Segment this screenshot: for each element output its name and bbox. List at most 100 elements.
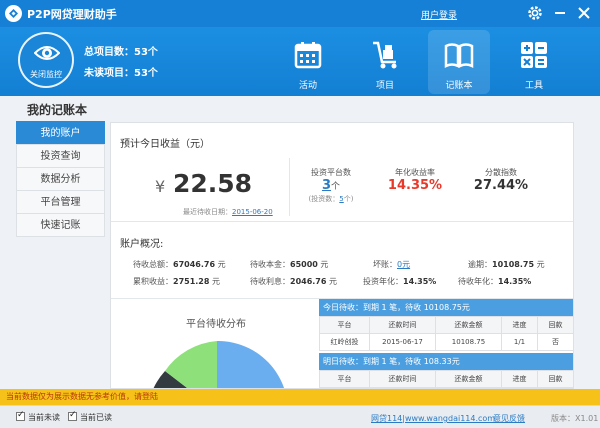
platform-count-value[interactable]: 3	[322, 178, 331, 193]
tab-ledger-label: 记账本	[445, 81, 473, 91]
overview-cumulative-earnings-label: 累积收益：	[133, 277, 173, 286]
overview-interest-due-label: 待收利息：	[250, 277, 290, 286]
column-header: 进度	[501, 316, 538, 334]
cart-icon	[373, 41, 397, 69]
invested-count-suffix: 个)	[343, 195, 354, 203]
tab-activity[interactable]: 活动	[277, 30, 339, 94]
app-title: P2P网贷理财助手	[27, 8, 117, 21]
settings-gear-icon[interactable]	[526, 4, 546, 24]
overview-bad-debt: 坏账：0元	[373, 259, 410, 270]
chart-title: 平台待收分布	[186, 319, 246, 330]
overview-cumulative-earnings-unit: 元	[211, 277, 220, 286]
overview-title: 账户概况:	[120, 239, 164, 250]
overview-investment-annual-label: 投资年化：	[363, 277, 403, 286]
tomorrow-due-table: 平台 还款时间 还款金额 进度 回款	[319, 370, 573, 388]
content-area: 我的记账本 我的账户 投资查询 数据分析 平台管理 快速记账 预计今日收益（元）…	[0, 96, 600, 389]
overview-overdue-label: 逾期：	[468, 260, 492, 269]
page-title: 我的记账本	[27, 103, 88, 117]
calendar-icon	[294, 42, 322, 69]
current-read-checkbox[interactable]: 当前已读	[68, 410, 112, 423]
earnings-section-title: 预计今日收益（元）	[120, 139, 210, 150]
sidebar-item-data-analysis[interactable]: 数据分析	[16, 167, 105, 191]
overview-bad-debt-link[interactable]: 0元	[397, 260, 410, 269]
overview-due-annual-value: 14.35%	[498, 277, 532, 286]
column-header: 还款时间	[369, 316, 436, 334]
platform-count[interactable]: 3个	[291, 178, 371, 193]
platform-count-label: 投资平台数	[311, 168, 351, 177]
table-header-row: 平台 还款时间 还款金额 进度 回款	[319, 370, 573, 388]
demo-data-notice: 当前数据仅为展示数据无参考价值，请登陆	[0, 389, 600, 405]
sidebar-item-platform-management[interactable]: 平台管理	[16, 190, 105, 214]
divider	[289, 158, 290, 216]
header: 关闭监控 总项目数：53个 未读项目：53个 活动 项目 记账本 工具	[0, 27, 600, 96]
title-bar: P2P网贷理财助手 用户登录	[0, 0, 600, 27]
column-header: 平台	[319, 370, 370, 388]
table-cell: 1/1	[501, 333, 538, 351]
app-logo-icon	[5, 5, 22, 22]
overview-cumulative-earnings-value: 2751.28	[173, 277, 210, 286]
table-cell: 否	[537, 333, 573, 351]
current-unread-label: 当前未读	[28, 413, 60, 422]
version-text: 版本：X1.01	[551, 414, 599, 423]
overview-principal-due: 待收本金：65000 元	[250, 259, 328, 270]
current-read-label: 当前已读	[80, 413, 112, 422]
today-earnings-amount: 22.58	[173, 169, 253, 198]
sidebar-item-my-account[interactable]: 我的账户	[16, 121, 105, 145]
tab-projects[interactable]: 项目	[354, 30, 416, 94]
checkbox-checked-icon	[16, 410, 25, 421]
column-header: 还款金额	[435, 370, 502, 388]
tomorrow-due-header: 明日待收：到期 1 笔，待收 108.33元	[319, 353, 573, 370]
unread-projects-text: 未读项目：53个	[84, 68, 158, 79]
book-icon	[444, 43, 474, 69]
tab-ledger[interactable]: 记账本	[428, 30, 490, 94]
overview-principal-due-label: 待收本金：	[250, 260, 290, 269]
overview-overdue: 逾期：10108.75 元	[468, 259, 545, 270]
column-header: 进度	[501, 370, 538, 388]
overview-total-due: 待收总额：67046.76 元	[133, 259, 226, 270]
pie-slice	[217, 341, 284, 388]
overview-interest-due-unit: 元	[328, 277, 337, 286]
tab-tools-label: 工具	[524, 81, 543, 91]
minimize-icon[interactable]	[551, 4, 571, 24]
checkbox-checked-icon	[68, 410, 77, 421]
sidebar-item-investment-query[interactable]: 投资查询	[16, 144, 105, 168]
column-header: 还款时间	[369, 370, 436, 388]
dispersion-value: 27.44%	[473, 178, 529, 193]
total-projects-text: 总项目数：53个	[84, 47, 158, 58]
monitor-toggle-button[interactable]: 关闭监控	[18, 32, 74, 88]
website-link[interactable]: 网贷114|www.wangdai114.com	[371, 413, 495, 424]
account-panel: 预计今日收益（元） ¥ 22.58 最近待收日期：2015-06-20 投资平台…	[110, 122, 574, 389]
platform-count-unit: 个	[331, 182, 341, 192]
feedback-link[interactable]: 意见反馈	[493, 413, 525, 424]
overview-cumulative-earnings: 累积收益：2751.28 元	[133, 276, 220, 287]
sidebar: 我的账户 投资查询 数据分析 平台管理 快速记账	[16, 121, 105, 237]
column-header: 回款	[537, 370, 573, 388]
user-login-link[interactable]: 用户登录	[421, 8, 457, 21]
current-unread-checkbox[interactable]: 当前未读	[16, 410, 60, 423]
status-bar: 当前未读 当前已读 网贷114|www.wangdai114.com 意见反馈 …	[0, 405, 600, 428]
invested-count-prefix: (投资数：	[308, 195, 340, 203]
column-header: 平台	[319, 316, 370, 334]
divider	[111, 221, 573, 222]
currency-symbol: ¥	[155, 177, 166, 196]
table-cell: 2015-06-17	[369, 333, 436, 351]
sidebar-item-quick-record[interactable]: 快速记账	[16, 213, 105, 237]
tab-tools[interactable]: 工具	[503, 30, 565, 94]
overview-total-due-value: 67046.76	[173, 260, 216, 269]
dispersion-label: 分散指数	[485, 168, 517, 177]
monitor-toggle-label: 关闭监控	[30, 70, 62, 79]
overview-total-due-label: 待收总额：	[133, 260, 173, 269]
invested-count: (投资数：5个)	[291, 194, 371, 204]
table-row[interactable]: 红岭创投 2015-06-17 10108.75 1/1 否	[319, 333, 573, 351]
overview-due-annual: 待收年化：14.35%	[458, 276, 531, 287]
overview-bad-debt-label: 坏账：	[373, 260, 397, 269]
annual-yield-label: 年化收益率	[395, 168, 435, 177]
overview-investment-annual-value: 14.35%	[403, 277, 437, 286]
overview-interest-due-value: 2046.76	[290, 277, 327, 286]
overview-overdue-value: 10108.75	[492, 260, 535, 269]
overview-total-due-unit: 元	[217, 260, 226, 269]
recent-due-date-link[interactable]: 2015-06-20	[232, 208, 273, 216]
platform-distribution-pie-chart	[153, 341, 284, 388]
close-icon[interactable]	[575, 4, 595, 24]
recent-due-date-label: 最近待收日期：	[183, 208, 232, 216]
